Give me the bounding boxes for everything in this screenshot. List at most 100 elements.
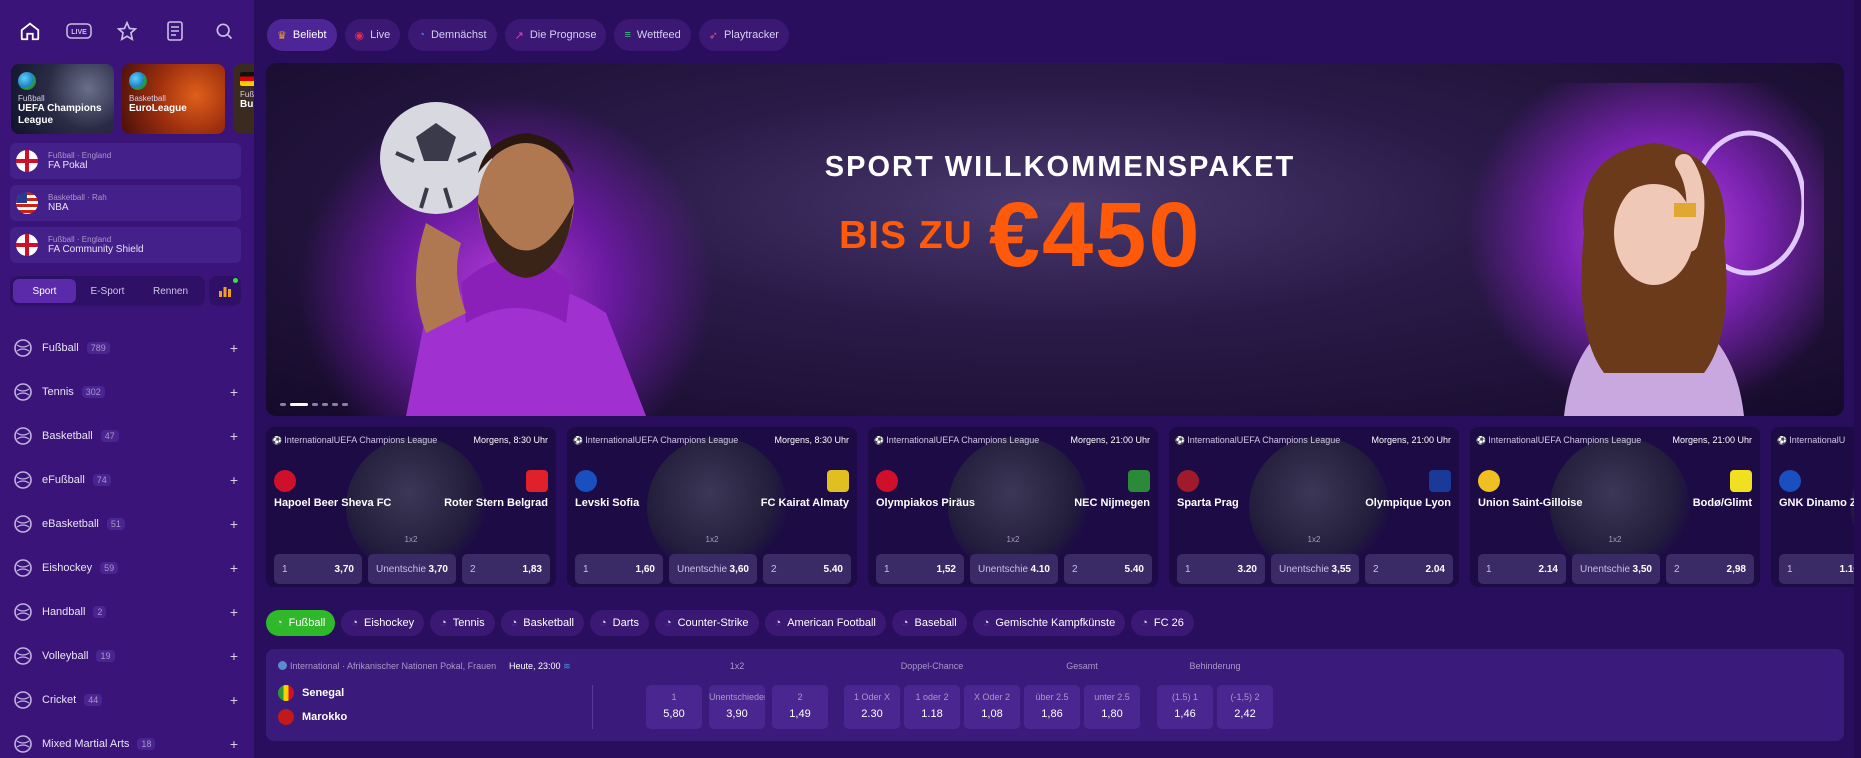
odds-button[interactable]: X Oder 2 1,08	[964, 685, 1020, 729]
sidebar-league-item[interactable]: Basketball · Rah NBA	[10, 185, 241, 221]
match-card[interactable]: ⚽ InternationalUEFA Champions League Morg…	[266, 427, 556, 587]
event-row[interactable]: International · Afrikanischer Nationen P…	[266, 649, 1844, 741]
odds-button[interactable]: 1 1,60	[575, 554, 663, 584]
odds-button[interactable]: 1 1,52	[876, 554, 964, 584]
sport-item[interactable]: Fußball 789 +	[0, 326, 254, 370]
sport-chip-8[interactable]: ◔ Gemischte Kampfkünste	[972, 610, 1126, 636]
odds-button[interactable]: über 2.5 1,86	[1024, 685, 1080, 729]
odds-button[interactable]: (-1,5) 2 2,42	[1217, 685, 1273, 729]
sport-chip-0[interactable]: ◔ Fußball	[266, 610, 336, 636]
odds-value: 1,08	[981, 708, 1003, 720]
sidebar-league-item[interactable]: Fußball · England FA Community Shield	[10, 227, 241, 263]
betslip-icon[interactable]	[158, 14, 192, 48]
sport-item[interactable]: Tennis 302 +	[0, 370, 254, 414]
nav-chip-2[interactable]: ◔ Demnächst	[408, 19, 497, 51]
sport-item[interactable]: Mixed Martial Arts 18 +	[0, 722, 254, 758]
search-icon[interactable]	[207, 14, 241, 48]
odds-button[interactable]: unter 2.5 1,80	[1084, 685, 1140, 729]
nav-chip-5[interactable]: ➶ Playtracker	[698, 19, 789, 51]
odds-button[interactable]: Unentschie 3,50	[1572, 554, 1660, 584]
sport-item[interactable]: eFußball 74 +	[0, 458, 254, 502]
odds-button[interactable]: Unentschieden 3,90	[709, 685, 765, 729]
sport-item[interactable]: Basketball 47 +	[0, 414, 254, 458]
match-card[interactable]: ⚽ InternationalUEFA Champions League Morg…	[1169, 427, 1459, 587]
odds-button[interactable]: 1 3,70	[274, 554, 362, 584]
expand-plus-icon[interactable]: +	[230, 604, 238, 620]
odds-value: 1.18	[921, 708, 943, 720]
carousel-dot[interactable]	[332, 403, 338, 406]
match-card[interactable]: ⚽ InternationalUEFA Champions League Morg…	[567, 427, 857, 587]
sport-chip-9[interactable]: ◔ FC 26	[1131, 610, 1194, 636]
expand-plus-icon[interactable]: +	[230, 428, 238, 444]
odds-button[interactable]: 1 1.16	[1779, 554, 1861, 584]
sport-item[interactable]: Handball 2 +	[0, 590, 254, 634]
featured-card[interactable]: Fußball UEFA Champions League	[11, 64, 114, 134]
nav-chip-1[interactable]: ◉ Live	[344, 19, 401, 51]
sport-chip-6[interactable]: ◔ American Football	[764, 610, 886, 636]
expand-plus-icon[interactable]: +	[230, 736, 238, 752]
expand-plus-icon[interactable]: +	[230, 648, 238, 664]
odds-button[interactable]: Unentschie 4.10	[970, 554, 1058, 584]
odds-value: 2,98	[1726, 563, 1746, 575]
tab-rennen[interactable]: Rennen	[139, 279, 202, 303]
nav-chip-3[interactable]: ↗ Die Prognose	[504, 19, 607, 51]
carousel-dot[interactable]	[280, 403, 286, 406]
carousel-dot[interactable]	[290, 403, 308, 406]
expand-plus-icon[interactable]: +	[230, 384, 238, 400]
nav-chip-0[interactable]: ♛ Beliebt	[267, 19, 337, 51]
odds-button[interactable]: 1 oder 2 1.18	[904, 685, 960, 729]
match-card[interactable]: ⚽ InternationalUEFA Champions League Morg…	[868, 427, 1158, 587]
tennis-racket-icon: ◔	[440, 617, 447, 629]
expand-plus-icon[interactable]: +	[230, 340, 238, 356]
odds-button[interactable]: 1 5,80	[646, 685, 702, 729]
stats-button[interactable]	[209, 276, 241, 306]
odds-button[interactable]: 2 5.40	[1064, 554, 1152, 584]
sport-chip-5[interactable]: ◔ Counter-Strike	[654, 610, 759, 636]
sport-item[interactable]: eBasketball 51 +	[0, 502, 254, 546]
promo-banner[interactable]: SPORT WILLKOMMENSPAKET BIS ZU €450	[266, 63, 1844, 416]
featured-card[interactable]: Fußba Bund	[233, 64, 254, 134]
carousel-dot[interactable]	[322, 403, 328, 406]
nav-chip-4[interactable]: ≡ Wettfeed	[614, 19, 691, 51]
live-icon[interactable]: LIVE	[62, 14, 96, 48]
market-label: 1x2	[1608, 535, 1622, 544]
odds-button[interactable]: 2 2,98	[1666, 554, 1754, 584]
expand-plus-icon[interactable]: +	[230, 560, 238, 576]
sport-item[interactable]: Volleyball 19 +	[0, 634, 254, 678]
carousel-dot[interactable]	[342, 403, 348, 406]
page-scrollbar[interactable]	[1854, 0, 1861, 758]
carousel-dot[interactable]	[312, 403, 318, 406]
match-card[interactable]: ⚽ InternationalUEFA Champions League Morg…	[1470, 427, 1760, 587]
odds-value: 2,42	[1234, 708, 1256, 720]
sport-item[interactable]: Cricket 44 +	[0, 678, 254, 722]
odds-button[interactable]: Unentschie 3,55	[1271, 554, 1359, 584]
odds-button[interactable]: Unentschie 3,60	[669, 554, 757, 584]
featured-card[interactable]: Basketball EuroLeague	[122, 64, 225, 134]
home-icon[interactable]	[13, 14, 47, 48]
expand-plus-icon[interactable]: +	[230, 516, 238, 532]
expand-plus-icon[interactable]: +	[230, 692, 238, 708]
sport-chip-4[interactable]: ◔ Darts	[590, 610, 649, 636]
odds-button[interactable]: 1 Oder X 2.30	[844, 685, 900, 729]
tab-esport[interactable]: E-Sport	[76, 279, 139, 303]
sport-item[interactable]: Eishockey 59 +	[0, 546, 254, 590]
tab-sport[interactable]: Sport	[13, 279, 76, 303]
carousel-dots[interactable]	[280, 403, 348, 406]
sport-chip-3[interactable]: ◔ Basketball	[500, 610, 585, 636]
odds-button[interactable]: 2 2.04	[1365, 554, 1453, 584]
odds-button[interactable]: 2 1,49	[772, 685, 828, 729]
expand-plus-icon[interactable]: +	[230, 472, 238, 488]
odds-button[interactable]: Unentschie 3,70	[368, 554, 456, 584]
odds-value: 2.30	[861, 708, 883, 720]
match-card[interactable]: ⚽ InternationalU GNK Dinamo Za 1 1.16	[1771, 427, 1861, 587]
odds-button[interactable]: (1.5) 1 1,46	[1157, 685, 1213, 729]
odds-button[interactable]: 1 3.20	[1177, 554, 1265, 584]
sidebar-league-item[interactable]: Fußball · England FA Pokal	[10, 143, 241, 179]
odds-button[interactable]: 1 2.14	[1478, 554, 1566, 584]
star-icon[interactable]	[110, 14, 144, 48]
odds-button[interactable]: 2 1,83	[462, 554, 550, 584]
sport-chip-2[interactable]: ◔ Tennis	[430, 610, 495, 636]
sport-chip-1[interactable]: ◔ Eishockey	[341, 610, 425, 636]
odds-button[interactable]: 2 5.40	[763, 554, 851, 584]
sport-chip-7[interactable]: ◔ Baseball	[891, 610, 967, 636]
